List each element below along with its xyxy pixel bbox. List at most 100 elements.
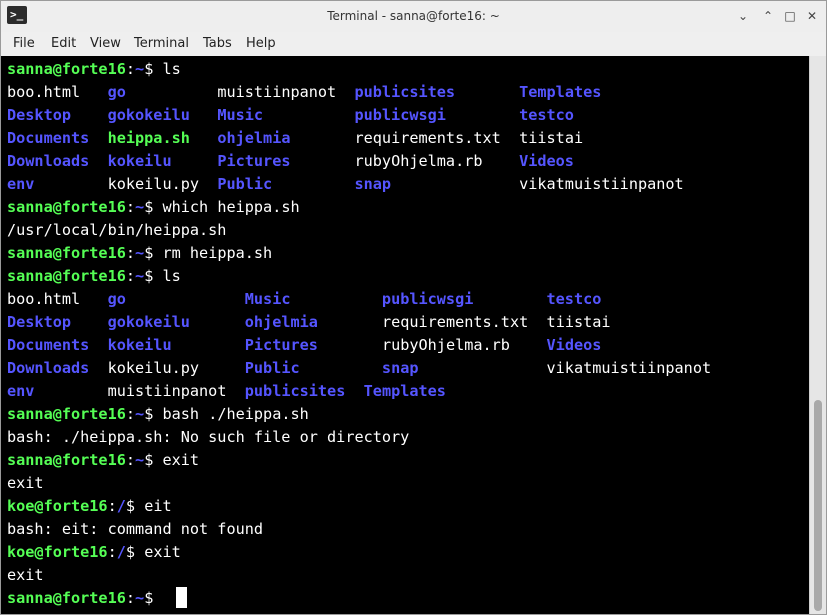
terminal-line: boo.html go Music publicwsgi testco (7, 288, 601, 311)
terminal-line: koe@forte16:/$ eit (7, 495, 172, 518)
terminal-text: Downloads (7, 152, 90, 170)
terminal-text: Music (244, 290, 291, 308)
terminal-line: Documents heippa.sh ohjelmia requirement… (7, 127, 583, 150)
menu-edit[interactable]: Edit (51, 36, 76, 51)
terminal-text: / (116, 497, 126, 515)
terminal-text: rubyOhjelma.rb (381, 336, 510, 354)
terminal-text: requirements.txt (381, 313, 529, 331)
terminal-text: gokokeilu (107, 313, 190, 331)
terminal-text: bash: ./heippa.sh: No such file or direc… (7, 428, 410, 446)
minimize-button[interactable]: ⌄ (735, 8, 751, 24)
terminal-text: Videos (519, 152, 574, 170)
terminal-text: testco (546, 290, 602, 308)
terminal-text: Desktop (7, 313, 72, 331)
terminal-text: ~ (135, 60, 145, 78)
terminal-text: Pictures (217, 152, 291, 170)
terminal-line: sanna@forte16:~$ (7, 587, 162, 610)
maximize-icon: □ (784, 9, 796, 23)
terminal-text: publicsites (354, 83, 456, 101)
terminal-text: $ rm heippa.sh (144, 244, 273, 262)
terminal-line: exit (7, 472, 44, 495)
menu-view[interactable]: View (90, 36, 121, 51)
terminal-text: $ which heippa.sh (144, 198, 300, 216)
terminal-line: sanna@forte16:~$ bash ./heippa.sh (7, 403, 309, 426)
chevron-down-icon: ⌄ (737, 9, 749, 23)
terminal-text: sanna@forte16 (7, 60, 126, 78)
terminal-text: Downloads (7, 359, 90, 377)
terminal-text: $ eit (125, 497, 172, 515)
terminal-text: Documents (7, 129, 90, 147)
terminal-text: Public (217, 175, 273, 193)
terminal-line: sanna@forte16:~$ ls (7, 58, 181, 81)
terminal-text: / (116, 543, 126, 561)
terminal-text: snap (354, 175, 392, 193)
terminal-line: env muistiinpanot publicsites Templates (7, 380, 446, 403)
terminal-text: muistiinpanot (107, 382, 227, 400)
terminal-text: $ exit (125, 543, 181, 561)
terminal-text: ~ (135, 405, 145, 423)
terminal-line: Desktop gokokeilu ohjelmia requirements.… (7, 311, 611, 334)
scrollbar[interactable] (809, 56, 826, 614)
title-bar[interactable]: >_ Terminal - sanna@forte16: ~ ⌄ ⌃ □ ✕ (1, 1, 826, 33)
terminal-text: sanna@forte16 (7, 451, 126, 469)
restore-button[interactable]: ⌃ (760, 8, 776, 24)
terminal-text: ~ (135, 244, 145, 262)
terminal-text: kokeilu (107, 152, 172, 170)
terminal-text: : (125, 589, 136, 607)
terminal-text: Templates (363, 382, 446, 400)
terminal-text: vikatmuistiinpanot (519, 175, 684, 193)
maximize-button[interactable]: □ (782, 8, 798, 24)
terminal-text: publicwsgi (381, 290, 474, 308)
terminal-text: ohjelmia (217, 129, 291, 147)
terminal-text: Templates (519, 83, 602, 101)
terminal-line: Downloads kokeilu.py Public snap vikatmu… (7, 357, 711, 380)
terminal-text: koe@forte16 (7, 497, 108, 515)
terminal-text: rubyOhjelma.rb (354, 152, 483, 170)
terminal-text: sanna@forte16 (7, 198, 126, 216)
terminal-text: muistiinpanot (217, 83, 337, 101)
terminal-text: go (107, 290, 126, 308)
terminal-output[interactable]: sanna@forte16:~$ ls boo.html go muistiinp… (1, 56, 809, 614)
close-button[interactable]: ✕ (804, 8, 820, 24)
terminal-text: sanna@forte16 (7, 589, 126, 607)
menu-help[interactable]: Help (246, 36, 276, 51)
terminal-text: publicsites (244, 382, 346, 400)
menu-file[interactable]: File (13, 36, 35, 51)
terminal-text: snap (381, 359, 419, 377)
terminal-text: : (107, 543, 117, 561)
scrollbar-thumb[interactable] (814, 400, 822, 611)
terminal-line: sanna@forte16:~$ which heippa.sh (7, 196, 300, 219)
text-cursor (176, 587, 187, 608)
menu-tabs[interactable]: Tabs (203, 36, 232, 51)
terminal-text: bash: eit: command not found (7, 520, 264, 538)
terminal-text: : (125, 244, 136, 262)
terminal-text: ~ (135, 451, 145, 469)
terminal-line: env kokeilu.py Public snap vikatmuistiin… (7, 173, 684, 196)
terminal-text: env (7, 175, 35, 193)
terminal-text: : (107, 497, 117, 515)
terminal-text: sanna@forte16 (7, 267, 126, 285)
terminal-text: Documents (7, 336, 90, 354)
close-icon: ✕ (806, 9, 818, 23)
terminal-text: sanna@forte16 (7, 405, 126, 423)
menu-terminal[interactable]: Terminal (134, 36, 189, 51)
